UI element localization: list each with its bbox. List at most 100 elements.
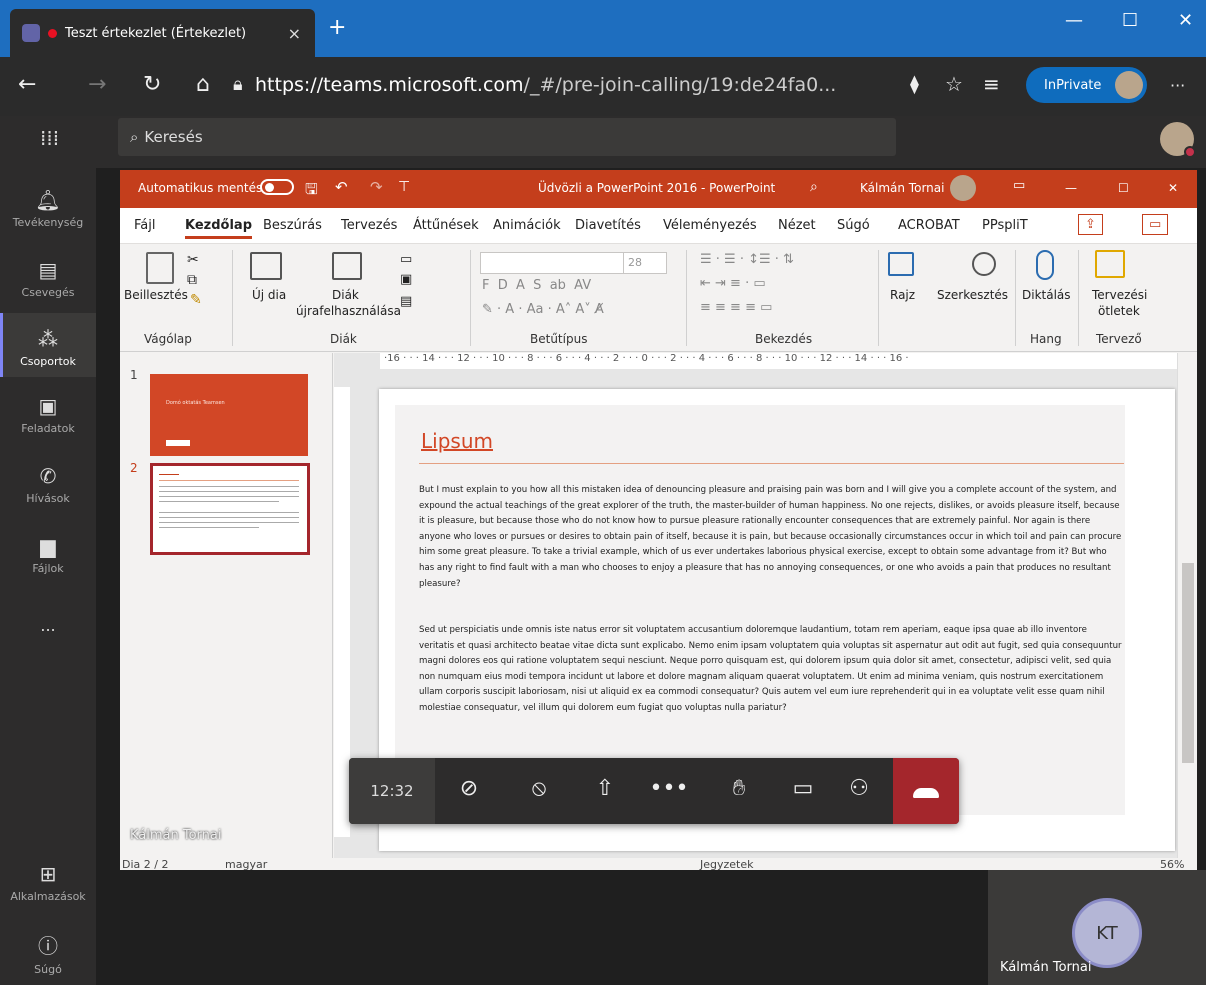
present-icon[interactable]: ⊤: [398, 179, 410, 195]
font-color-buttons[interactable]: ✎ · A · Aa · A˄ A˅ A̸: [482, 302, 604, 317]
reuse-slides-line1[interactable]: Diák: [332, 288, 359, 302]
forward-icon[interactable]: →: [88, 72, 106, 97]
tab-file[interactable]: Fájl: [134, 218, 155, 233]
tab-review[interactable]: Véleményezés: [663, 218, 757, 233]
slide-thumbnail-2[interactable]: [150, 463, 310, 555]
slide-thumbnail-1[interactable]: Domó oktatás Teamsen: [150, 374, 308, 456]
back-icon[interactable]: ←: [18, 72, 36, 97]
rail-item-apps[interactable]: ⊞ Alkalmazások: [0, 862, 96, 912]
camera-off-icon[interactable]: ⊘: [449, 776, 489, 801]
save-icon[interactable]: 🖫︎: [305, 179, 318, 204]
notes-button[interactable]: Jegyzetek: [700, 858, 754, 870]
font-size-field[interactable]: 28: [623, 252, 667, 274]
tab-ppsplit[interactable]: PPspliT: [982, 218, 1028, 233]
ribbon-display-icon[interactable]: ▭: [1013, 178, 1025, 193]
rail-item-calls[interactable]: ✆ Hívások: [0, 464, 96, 514]
share-screen-icon[interactable]: ⇧: [585, 776, 625, 801]
slide-paragraph-1[interactable]: But I must explain to you how all this m…: [419, 483, 1124, 592]
rail-item-more[interactable]: ...: [0, 616, 96, 646]
tab-animations[interactable]: Animációk: [493, 218, 561, 233]
new-slide-button[interactable]: Új dia: [252, 288, 286, 302]
inprivate-button[interactable]: InPrivate: [1026, 67, 1147, 103]
refresh-icon[interactable]: ↻: [143, 72, 161, 97]
designer-line1[interactable]: Tervezési: [1092, 288, 1147, 302]
format-painter-icon[interactable]: ✎: [190, 292, 202, 308]
redo-icon[interactable]: ↷: [370, 178, 383, 196]
favorites-bar-icon[interactable]: ≡: [983, 72, 1000, 96]
hang-up-button[interactable]: [893, 758, 959, 824]
undo-icon[interactable]: ↶: [335, 178, 348, 196]
browser-tab-bar: Teszt értekezlet (Értekezlet) × + — ☐ ✕: [0, 0, 1206, 57]
search-input[interactable]: ⌕ Keresés: [118, 118, 896, 156]
rail-item-teams[interactable]: ⁂ Csoportok: [0, 313, 96, 377]
tab-design[interactable]: Tervezés: [341, 218, 397, 233]
slide-paragraph-2[interactable]: Sed ut perspiciatis unde omnis iste natu…: [419, 623, 1124, 717]
autosave-toggle[interactable]: [260, 179, 294, 195]
rail-item-activity[interactable]: 🔔︎ Tevékenység: [0, 188, 96, 238]
reuse-slides-line2[interactable]: újrafelhasználása: [296, 304, 401, 318]
list-buttons[interactable]: ☰ · ☰ · ↕☰ · ⇅: [700, 252, 794, 267]
more-actions-icon[interactable]: •••: [649, 776, 689, 801]
self-name: Kálmán Tornai: [1000, 960, 1092, 975]
ppt-status-bar: Dia 2 / 2 magyar Jegyzetek 56%: [120, 858, 1197, 870]
tab-home[interactable]: Kezdőlap: [185, 218, 252, 239]
tab-close-icon[interactable]: ×: [288, 24, 301, 43]
tab-view[interactable]: Nézet: [778, 218, 816, 233]
favorite-icon[interactable]: ☆: [945, 72, 963, 96]
reset-icon[interactable]: ▣: [400, 272, 412, 287]
home-icon[interactable]: ⌂: [196, 72, 210, 97]
section-icon[interactable]: ▤: [400, 294, 412, 309]
raise-hand-icon[interactable]: ✋︎: [719, 776, 759, 801]
layout-icon[interactable]: ▭: [400, 252, 412, 267]
designer-line2[interactable]: ötletek: [1098, 304, 1140, 318]
url-field[interactable]: https://teams.microsoft.com/_#/pre-join-…: [255, 74, 836, 96]
tab-insert[interactable]: Beszúrás: [263, 218, 322, 233]
mic-icon[interactable]: ⧫: [910, 74, 919, 95]
rail-item-assignments[interactable]: ▣ Feladatok: [0, 394, 96, 444]
draw-button[interactable]: Rajz: [890, 288, 915, 302]
align-buttons[interactable]: ≡ ≡ ≡ ≡ ▭: [700, 300, 772, 315]
participants-icon[interactable]: ⚇: [839, 776, 879, 801]
comments-icon[interactable]: ▭: [1142, 214, 1169, 235]
teams-icon: ⁂: [38, 327, 58, 351]
hang-up-icon: [913, 788, 939, 798]
tab-acrobat[interactable]: ACROBAT: [898, 218, 960, 233]
browser-tab[interactable]: Teszt értekezlet (Értekezlet) ×: [10, 9, 315, 57]
edit-button[interactable]: Szerkesztés: [937, 288, 1008, 302]
ppt-minimize-icon[interactable]: —: [1065, 181, 1077, 195]
user-avatar[interactable]: [1160, 122, 1196, 158]
font-style-buttons[interactable]: F D A S ab AV: [482, 278, 591, 293]
ppt-maximize-icon[interactable]: ☐: [1118, 181, 1129, 195]
ppt-search-icon[interactable]: ⌕: [810, 179, 818, 195]
dictate-button[interactable]: Diktálás: [1022, 288, 1071, 302]
tab-help[interactable]: Súgó: [837, 218, 870, 233]
cut-icon[interactable]: ✂: [187, 252, 199, 268]
more-icon[interactable]: ···: [1170, 76, 1185, 95]
autosave-label: Automatikus mentés: [138, 181, 263, 195]
app-launcher-icon[interactable]: ⁞⁞⁞: [40, 126, 59, 150]
rail-label: Súgó: [34, 963, 62, 976]
new-tab-button[interactable]: +: [328, 15, 346, 40]
rail-item-help[interactable]: ⓘ Súgó: [0, 930, 96, 980]
scrollbar-thumb[interactable]: [1182, 563, 1194, 763]
zoom-level[interactable]: 56%: [1160, 858, 1184, 870]
close-window-icon[interactable]: ✕: [1178, 10, 1193, 31]
rail-label: Alkalmazások: [10, 890, 86, 903]
ppt-close-icon[interactable]: ✕: [1168, 181, 1178, 195]
rail-item-chat[interactable]: ▤ Csevegés: [0, 258, 96, 308]
rail-item-files[interactable]: ▆ Fájlok: [0, 534, 96, 584]
tab-slideshow[interactable]: Diavetítés: [575, 218, 641, 233]
share-icon[interactable]: ⇪: [1078, 214, 1103, 235]
indent-buttons[interactable]: ⇤ ⇥ ≡ · ▭: [700, 276, 766, 291]
paste-button[interactable]: Beillesztés: [124, 288, 188, 302]
vertical-scrollbar[interactable]: [1177, 353, 1197, 858]
minimize-icon[interactable]: —: [1065, 10, 1083, 31]
mic-off-icon[interactable]: ⦸: [519, 776, 559, 801]
chat-toggle-icon[interactable]: ▭: [783, 776, 823, 801]
busy-status-icon: [1184, 146, 1196, 158]
maximize-icon[interactable]: ☐: [1122, 10, 1138, 31]
slide-title[interactable]: Lipsum: [421, 429, 493, 453]
copy-icon[interactable]: ⧉: [187, 272, 197, 288]
tab-transitions[interactable]: Áttűnések: [413, 218, 479, 233]
language-label[interactable]: magyar: [225, 858, 267, 870]
